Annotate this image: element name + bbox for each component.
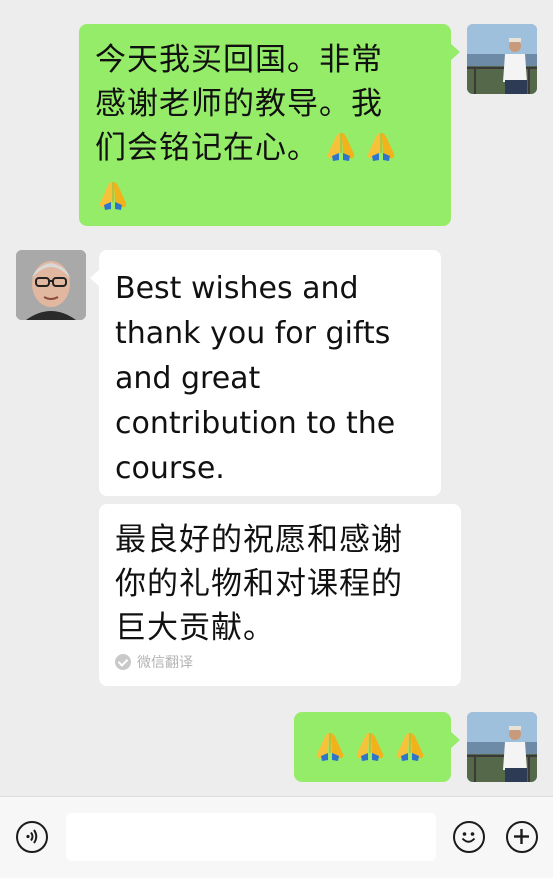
bubble-tail	[450, 731, 460, 749]
check-icon	[115, 654, 131, 670]
translation-text: 最良好的祝愿和感谢 你的礼物和对课程的 巨大贡献。	[115, 522, 403, 646]
chat-area[interactable]: 今天我买回国。非常 感谢老师的教导。我 们会铭记在心。 Best wishes …	[0, 0, 553, 796]
avatar-self[interactable]	[467, 712, 537, 782]
message-input[interactable]	[66, 813, 436, 861]
message-bubble-outgoing[interactable]: 今天我买回国。非常 感谢老师的教导。我 们会铭记在心。	[79, 24, 451, 226]
translation-tag: 微信翻译	[115, 652, 193, 672]
message-text: Best wishes and thank you for gifts and …	[115, 271, 396, 486]
bubble-tail	[450, 43, 460, 61]
plus-icon[interactable]	[506, 821, 538, 853]
message-bubble-outgoing[interactable]	[294, 712, 451, 782]
message-bubble-incoming[interactable]: Best wishes and thank you for gifts and …	[99, 250, 441, 496]
avatar-self[interactable]	[467, 24, 537, 94]
folded-hands-icon	[319, 143, 403, 162]
translation-label: 微信翻译	[137, 655, 193, 671]
translation-bubble[interactable]: 最良好的祝愿和感谢 你的礼物和对课程的 巨大贡献。 微信翻译	[99, 504, 461, 686]
voice-icon[interactable]	[16, 821, 48, 853]
folded-hands-icon	[95, 192, 135, 211]
avatar-contact[interactable]	[16, 250, 86, 320]
folded-hands-icon	[312, 743, 432, 762]
input-bar	[0, 796, 553, 878]
emoji-icon[interactable]	[453, 821, 485, 853]
